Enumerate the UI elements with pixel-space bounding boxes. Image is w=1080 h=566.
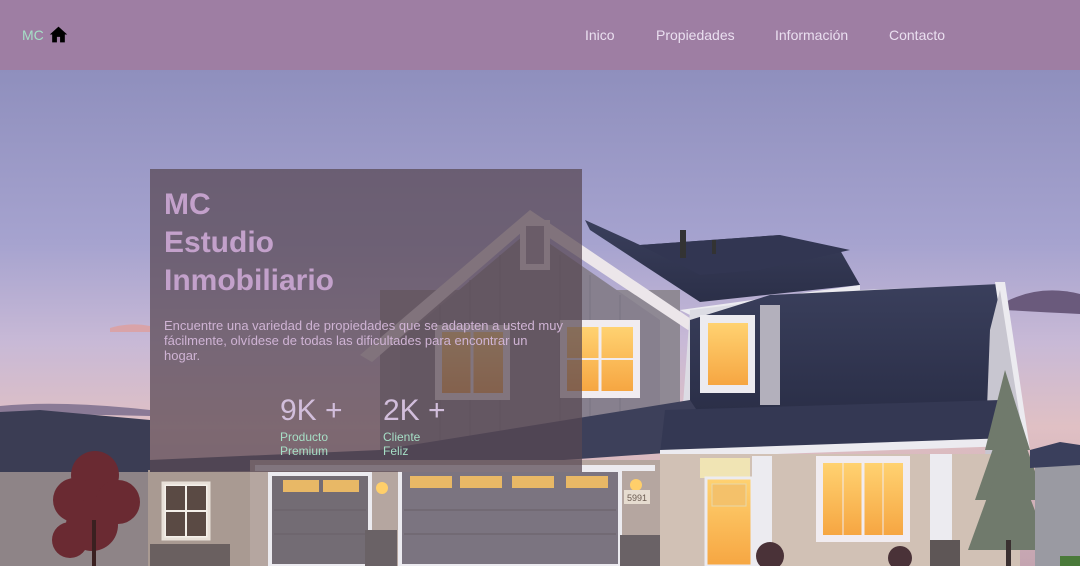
hero-title-line: MC [164,188,211,221]
navbar: MC Inico Propiedades Información Contact… [0,0,1080,70]
home-icon [49,26,67,43]
stat-premium-products: 9K + Producto Premium [280,393,343,458]
nav-link-informacion[interactable]: Información [775,27,848,43]
stat-label: Producto Premium [280,430,343,458]
stat-happy-clients: 2K + Cliente Feliz [383,393,446,458]
hero-description: Encuentre una variedad de propiedades qu… [164,318,563,363]
hero-title-line: Estudio [164,226,274,259]
stat-value: 2K + [383,394,446,427]
hero-section: 5991 MC Estudio Inmobiliario Encuentre u… [0,70,1080,566]
house-number: 5991 [627,493,647,503]
nav-link-propiedades[interactable]: Propiedades [656,27,735,43]
stat-label-line: Producto [280,430,329,444]
stat-label-line: Cliente [383,430,421,444]
stat-label-line: Feliz [383,444,409,458]
hero-title-line: Inmobiliario [164,264,335,297]
stat-label-line: Premium [280,444,329,458]
nav-link-inicio[interactable]: Inico [585,27,615,43]
hero-title: MC Estudio Inmobiliario [164,186,334,300]
stat-label: Cliente Feliz [383,430,446,458]
intro-card: MC Estudio Inmobiliario Encuentre una va… [150,169,582,472]
nav-link-contacto[interactable]: Contacto [889,27,945,43]
brand-logo[interactable]: MC [22,25,68,44]
stat-value: 9K + [280,394,343,427]
brand-text: MC [22,26,44,43]
